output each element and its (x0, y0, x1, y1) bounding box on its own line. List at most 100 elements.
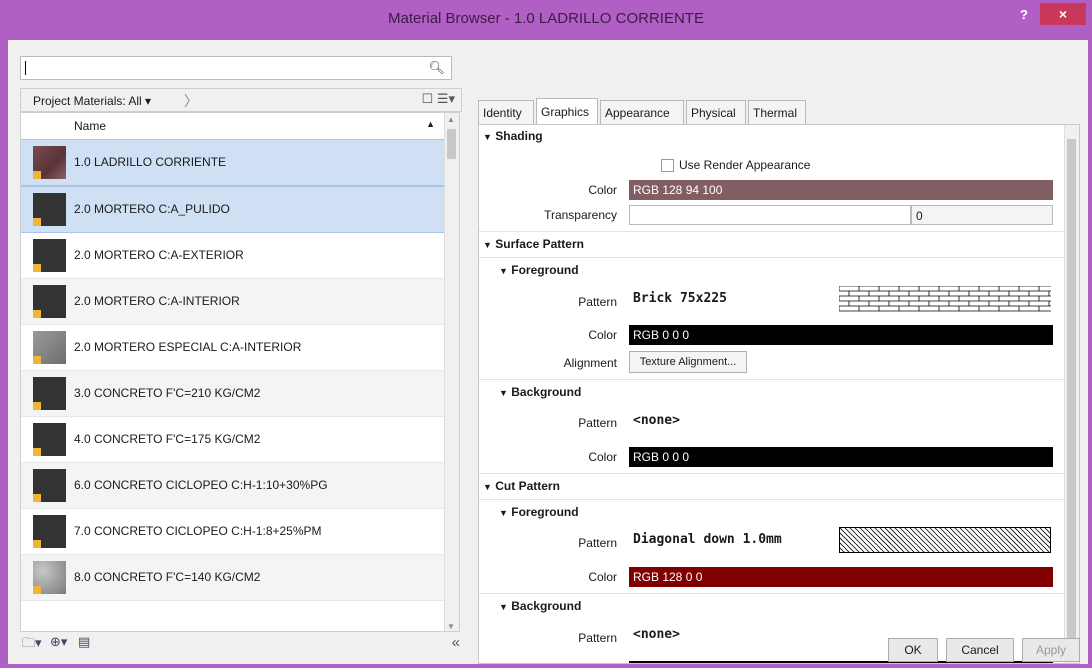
list-item[interactable]: 8.0 CONCRETO F'C=140 KG/CM2 (21, 555, 445, 601)
scroll-thumb[interactable] (1067, 139, 1076, 639)
search-icon[interactable]: 🔍︎ (428, 60, 445, 76)
search-input[interactable]: 🔍︎ (20, 56, 452, 80)
material-thumbnail (33, 377, 66, 410)
surface-fg-pattern-field[interactable]: Brick 75x225 (629, 282, 1053, 316)
list-scrollbar[interactable]: ▲ ▼ (444, 113, 459, 631)
collapse-triangle-icon: ▼ (483, 482, 492, 492)
surface-bg-pattern-field[interactable]: <none> (629, 404, 1053, 438)
divider (479, 257, 1067, 258)
material-browser-window: Material Browser - 1.0 LADRILLO CORRIENT… (0, 0, 1092, 668)
window-title: Material Browser - 1.0 LADRILLO CORRIENT… (388, 10, 704, 27)
tab-identity[interactable]: Identity (478, 100, 534, 124)
list-item[interactable]: 6.0 CONCRETO CICLOPEO C:H-1:10+30%PG (21, 463, 445, 509)
section-shading[interactable]: ▼ Shading (483, 129, 543, 151)
collapse-triangle-icon: ▼ (499, 388, 508, 398)
open-library-icon[interactable]: 🗀▾ (22, 634, 42, 656)
surface-foreground-header[interactable]: ▼ Foreground (499, 263, 579, 285)
collapse-triangle-icon: ▼ (483, 240, 492, 250)
list-item[interactable]: 3.0 CONCRETO F'C=210 KG/CM2 (21, 371, 445, 417)
cut-background-header[interactable]: ▼ Background (499, 599, 581, 621)
transparency-value[interactable]: 0 (911, 205, 1053, 225)
list-view-icon[interactable]: ☰▾ (437, 91, 455, 106)
title-bar: Material Browser - 1.0 LADRILLO CORRIENT… (0, 0, 1092, 40)
divider (479, 473, 1067, 474)
surface-fg-pattern-label: Pattern (578, 295, 617, 309)
list-rows: 1.0 LADRILLO CORRIENTE 2.0 MORTERO C:A_PU… (21, 139, 445, 601)
use-render-appearance-label: Use Render Appearance (679, 158, 811, 172)
create-material-icon[interactable]: ⊕▾ (50, 634, 67, 650)
dialog-body: 🔍︎ Project Materials: All ▾ 〉 ☐ ☰▾ Name … (8, 40, 1088, 664)
surface-fg-color-swatch[interactable]: RGB 0 0 0 (629, 325, 1053, 345)
cut-fg-color-swatch[interactable]: RGB 128 0 0 (629, 567, 1053, 587)
list-item[interactable]: 1.0 LADRILLO CORRIENTE (21, 139, 445, 186)
ok-button[interactable]: OK (888, 638, 938, 662)
apply-button[interactable]: Apply (1022, 638, 1080, 662)
material-thumbnail (33, 193, 66, 226)
cut-fg-color-label: Color (588, 570, 617, 584)
surface-bg-pattern-label: Pattern (578, 416, 617, 430)
tab-physical[interactable]: Physical (686, 100, 746, 124)
scroll-down-icon[interactable]: ▼ (447, 622, 455, 631)
section-surface-pattern[interactable]: ▼ Surface Pattern (483, 237, 584, 259)
surface-fg-pattern-name: Brick 75x225 (633, 291, 727, 306)
tab-appearance[interactable]: Appearance (600, 100, 684, 124)
cut-foreground-header[interactable]: ▼ Foreground (499, 505, 579, 527)
material-thumbnail (33, 331, 66, 364)
shading-color-swatch[interactable]: RGB 128 94 100 (629, 180, 1053, 200)
list-item[interactable]: 2.0 MORTERO C:A-INTERIOR (21, 279, 445, 325)
material-thumbnail (33, 515, 66, 548)
surface-bg-color-swatch[interactable]: RGB 0 0 0 (629, 447, 1053, 467)
surface-fg-color-label: Color (588, 328, 617, 342)
material-name: 2.0 MORTERO C:A_PULIDO (74, 202, 230, 216)
transparency-slider[interactable] (629, 205, 911, 225)
tab-thermal[interactable]: Thermal (748, 100, 806, 124)
material-name: 6.0 CONCRETO CICLOPEO C:H-1:10+30%PG (74, 478, 328, 492)
material-name: 2.0 MORTERO C:A-EXTERIOR (74, 248, 244, 262)
close-button[interactable]: × (1040, 3, 1086, 25)
divider (479, 593, 1067, 594)
list-item[interactable]: 2.0 MORTERO C:A-EXTERIOR (21, 233, 445, 279)
cancel-button[interactable]: Cancel (946, 638, 1014, 662)
cut-bg-pattern-label: Pattern (578, 631, 617, 645)
material-thumbnail (33, 146, 66, 179)
scroll-up-icon[interactable]: ▲ (447, 115, 455, 124)
list-header[interactable]: Name ▲ (21, 113, 445, 140)
asset-browser-icon[interactable]: ▤ (78, 634, 90, 650)
graphics-properties-panel: ▼ Shading Use Render Appearance Color RG… (478, 124, 1080, 664)
library-filter-bar[interactable]: Project Materials: All ▾ 〉 ☐ ☰▾ (20, 88, 462, 112)
divider (479, 231, 1067, 232)
material-badge-icon (33, 218, 41, 226)
cut-fg-pattern-field[interactable]: Diagonal down 1.0mm (629, 523, 1053, 557)
material-badge-icon (33, 494, 41, 502)
material-badge-icon (33, 310, 41, 318)
properties-scrollbar[interactable] (1064, 125, 1079, 663)
scroll-thumb[interactable] (447, 129, 456, 159)
collapse-triangle-icon: ▼ (499, 266, 508, 276)
section-cut-pattern[interactable]: ▼ Cut Pattern (483, 479, 560, 501)
text-caret (25, 61, 26, 75)
diagonal-pattern-preview (839, 527, 1051, 553)
library-toolbar: 🗀▾ ⊕▾ ▤ « (20, 632, 460, 656)
list-item[interactable]: 4.0 CONCRETO F'C=175 KG/CM2 (21, 417, 445, 463)
material-name: 1.0 LADRILLO CORRIENTE (74, 155, 227, 169)
panel-toggle-icon[interactable]: ☐ (422, 91, 434, 106)
cut-bg-pattern-name: <none> (633, 627, 680, 642)
cut-fg-pattern-label: Pattern (578, 536, 617, 550)
filter-label[interactable]: Project Materials: All ▾ (33, 94, 151, 108)
collapse-library-icon[interactable]: « (452, 634, 460, 651)
view-options[interactable]: ☐ ☰▾ (422, 91, 455, 107)
material-badge-icon (33, 264, 41, 272)
surface-bg-pattern-name: <none> (633, 413, 680, 428)
list-item[interactable]: 2.0 MORTERO ESPECIAL C:A-INTERIOR (21, 325, 445, 371)
help-button[interactable]: ? (1014, 6, 1034, 24)
list-item[interactable]: 7.0 CONCRETO CICLOPEO C:H-1:8+25%PM (21, 509, 445, 555)
collapse-triangle-icon: ▼ (499, 602, 508, 612)
use-render-appearance-checkbox[interactable] (661, 159, 674, 172)
name-column-header[interactable]: Name (74, 119, 106, 133)
sort-arrow-icon: ▲ (426, 119, 435, 129)
list-item[interactable]: 2.0 MORTERO C:A_PULIDO (21, 186, 445, 233)
tab-graphics[interactable]: Graphics (536, 98, 598, 124)
surface-background-header[interactable]: ▼ Background (499, 385, 581, 407)
texture-alignment-button[interactable]: Texture Alignment... (629, 351, 747, 373)
material-thumbnail (33, 561, 66, 594)
